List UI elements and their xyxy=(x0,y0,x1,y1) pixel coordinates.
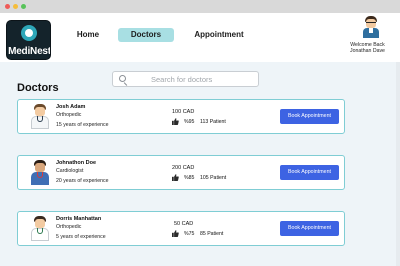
doctor-price: 200 CAD xyxy=(172,165,195,171)
doctor-avatar xyxy=(28,104,52,130)
app-header: MediNest Home Doctors Appointment Welcom… xyxy=(0,13,400,62)
book-appointment-button[interactable]: Book Appointment xyxy=(280,165,339,180)
scrollbar[interactable] xyxy=(396,62,400,266)
doctor-card: Dorris Manhattan Orthopedic 5 years of e… xyxy=(17,211,345,246)
doctor-specialty: Orthopedic xyxy=(56,224,82,230)
doctor-card: Johnathon Doe Cardiologist 20 years of e… xyxy=(17,155,345,190)
doctor-name: Dorris Manhattan xyxy=(56,216,102,222)
doctor-avatar xyxy=(28,160,52,186)
doctor-rating: %75 xyxy=(184,231,195,237)
doctor-rating: %85 xyxy=(184,175,195,181)
search-icon xyxy=(119,75,126,82)
doctor-avatar xyxy=(28,216,52,242)
app-logo[interactable]: MediNest xyxy=(6,20,51,60)
nav-home[interactable]: Home xyxy=(67,28,109,42)
doctor-patients: 105 Patient xyxy=(200,175,227,181)
close-window-icon[interactable] xyxy=(5,4,10,9)
logo-text: MediNest xyxy=(8,46,51,57)
doctor-price: 100 CAD xyxy=(172,109,195,115)
minimize-window-icon[interactable] xyxy=(13,4,18,9)
thumbs-up-icon xyxy=(172,118,179,125)
user-greeting: Welcome Back Jonathan Dave xyxy=(335,42,400,54)
doctor-price: 50 CAD xyxy=(174,221,194,227)
doctor-experience: 20 years of experience xyxy=(56,178,109,184)
user-avatar[interactable] xyxy=(362,16,380,38)
doctor-experience: 5 years of experience xyxy=(56,234,106,240)
nav-doctors[interactable]: Doctors xyxy=(118,28,174,42)
user-name: Jonathan Dave xyxy=(350,48,385,54)
thumbs-up-icon xyxy=(172,174,179,181)
doctor-card: Josh Adam Orthopedic 15 years of experie… xyxy=(17,99,345,134)
search-placeholder: Search for doctors xyxy=(151,75,213,84)
doctor-specialty: Cardiologist xyxy=(56,168,84,174)
doctor-rating: %95 xyxy=(184,119,195,125)
thumbs-up-icon xyxy=(172,230,179,237)
maximize-window-icon[interactable] xyxy=(21,4,26,9)
window-titlebar xyxy=(0,0,400,13)
book-appointment-button[interactable]: Book Appointment xyxy=(280,109,339,124)
nav-appointment[interactable]: Appointment xyxy=(188,28,250,42)
doctor-patients: 113 Patient xyxy=(200,119,226,125)
doctor-patients: 85 Patient xyxy=(200,231,224,237)
doctor-name: Josh Adam xyxy=(56,104,86,110)
book-appointment-button[interactable]: Book Appointment xyxy=(280,221,339,236)
doctor-name: Johnathon Doe xyxy=(56,160,97,166)
doctor-specialty: Orthopedic xyxy=(56,112,82,118)
main-content: Search for doctors Doctors Josh Adam Ort… xyxy=(0,62,400,266)
doctor-experience: 15 years of experience xyxy=(56,122,109,128)
page-title: Doctors xyxy=(17,82,59,94)
search-input[interactable]: Search for doctors xyxy=(112,71,259,87)
heart-logo-icon xyxy=(21,25,37,41)
